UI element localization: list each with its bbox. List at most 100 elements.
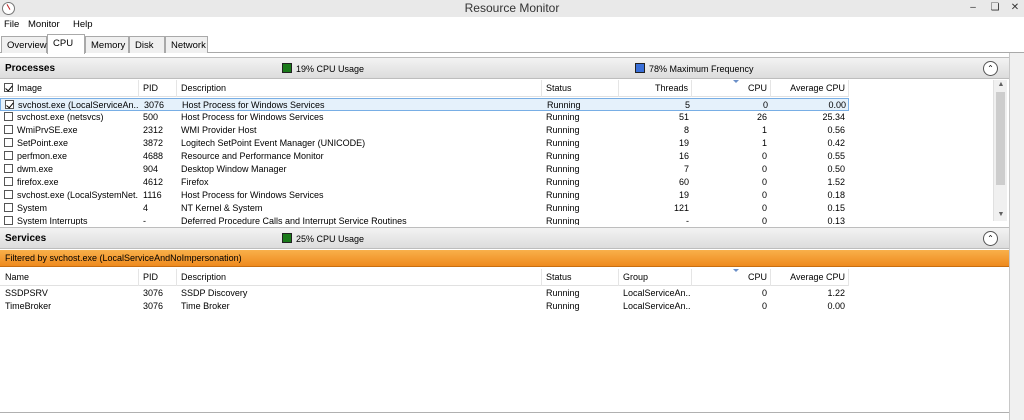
scroll-down-icon[interactable]: ▼ [994, 210, 1008, 220]
process-description: Host Process for Windows Services [181, 112, 324, 122]
process-row[interactable]: perfmon.exe 4688 Resource and Performance … [0, 150, 849, 163]
process-checkbox[interactable] [4, 138, 13, 147]
process-threads: 121 [673, 203, 689, 213]
process-threads: - [686, 216, 689, 225]
col-service-status[interactable]: Status [542, 269, 619, 286]
service-name: TimeBroker [5, 301, 52, 311]
process-status: Running [546, 164, 580, 174]
process-threads: 51 [678, 112, 689, 122]
process-pid: 500 [143, 112, 159, 122]
col-service-description[interactable]: Description [177, 269, 542, 286]
scroll-up-icon[interactable]: ▲ [994, 80, 1008, 90]
service-cpu: 0 [761, 301, 767, 311]
col-service-pid[interactable]: PID [139, 269, 177, 286]
col-service-cpu[interactable]: CPU [692, 269, 771, 286]
process-pid: 4 [143, 203, 149, 213]
process-checkbox[interactable] [4, 177, 13, 186]
services-filter-text: Filtered by svchost.exe (LocalServiceAnd… [5, 253, 242, 263]
process-average-cpu: 25.34 [822, 112, 845, 122]
close-button[interactable]: ✕ [1008, 2, 1022, 14]
col-group[interactable]: Group [619, 269, 692, 286]
process-image: svchost.exe (LocalServiceAn... [18, 100, 139, 110]
collapse-services-icon[interactable]: ⌃ [983, 231, 998, 246]
service-sort-descending-icon [733, 269, 739, 272]
process-threads: 8 [683, 125, 689, 135]
process-row[interactable]: System Interrupts - Deferred Procedure Cal… [0, 215, 849, 225]
process-threads: 5 [684, 100, 690, 110]
service-row[interactable]: TimeBroker 3076 Time Broker Running LocalSer… [0, 300, 849, 313]
process-threads: 19 [678, 138, 689, 148]
service-group: LocalServiceAn... [623, 301, 691, 311]
process-checkbox[interactable] [4, 151, 13, 160]
process-pid: 4612 [143, 177, 164, 187]
process-description: Desktop Window Manager [181, 164, 287, 174]
processes-scroll-thumb[interactable] [996, 92, 1005, 185]
process-status: Running [546, 151, 580, 161]
service-name: SSDPSRV [5, 288, 48, 298]
process-description: Resource and Performance Monitor [181, 151, 324, 161]
service-row[interactable]: SSDPSRV 3076 SSDP Discovery Running LocalSer… [0, 287, 849, 300]
process-image: WmiPrvSE.exe [17, 125, 78, 135]
process-cpu: 0 [761, 190, 767, 200]
process-checkbox[interactable] [4, 125, 13, 134]
process-row[interactable]: firefox.exe 4612 Firefox Running 60 0 1.52 [0, 176, 849, 189]
process-status: Running [546, 203, 580, 213]
process-description: Firefox [181, 177, 209, 187]
process-image: perfmon.exe [17, 151, 68, 161]
process-image: svchost.exe (LocalSystemNet... [17, 190, 138, 200]
col-service-average-cpu[interactable]: Average CPU [771, 269, 849, 286]
service-average-cpu: 1.22 [827, 288, 845, 298]
services-filter-bar[interactable]: Filtered by svchost.exe (LocalServiceAnd… [0, 250, 1009, 267]
process-row[interactable]: svchost.exe (LocalServiceAn... 3076 Host P… [0, 98, 849, 111]
process-row[interactable]: svchost.exe (netsvcs) 500 Host Process for… [0, 111, 849, 124]
process-row[interactable]: SetPoint.exe 3872 Logitech SetPoint Event … [0, 137, 849, 150]
process-average-cpu: 0.56 [827, 125, 845, 135]
process-pid: 3872 [143, 138, 164, 148]
process-status: Running [546, 190, 580, 200]
process-image: System Interrupts [17, 216, 88, 225]
service-status: Running [546, 288, 580, 298]
process-average-cpu: 0.13 [827, 216, 845, 225]
process-description: NT Kernel & System [181, 203, 263, 213]
services-cpu-usage: 25% CPU Usage [296, 234, 365, 244]
process-description: WMI Provider Host [181, 125, 257, 135]
process-average-cpu: 0.50 [827, 164, 845, 174]
process-status: Running [546, 177, 580, 187]
process-row[interactable]: dwm.exe 904 Desktop Window Manager Running 7… [0, 163, 849, 176]
process-cpu: 0 [761, 216, 767, 225]
service-cpu: 0 [761, 288, 767, 298]
process-average-cpu: 1.52 [827, 177, 845, 187]
process-cpu: 0 [761, 203, 767, 213]
process-status: Running [546, 138, 580, 148]
services-section-header[interactable]: Services 25% CPU Usage ⌃ [0, 227, 1009, 249]
process-row[interactable]: svchost.exe (LocalSystemNet... 1116 Host P… [0, 189, 849, 202]
process-status: Running [546, 216, 580, 225]
processes-scrollbar[interactable]: ▲ ▼ [993, 80, 1007, 221]
process-threads: 19 [678, 190, 689, 200]
process-pid: 2312 [143, 125, 164, 135]
process-checkbox[interactable] [4, 112, 13, 121]
process-threads: 7 [683, 164, 689, 174]
col-name[interactable]: Name [0, 269, 139, 286]
next-section-edge [0, 412, 1009, 420]
processes-rows: svchost.exe (LocalServiceAn... 3076 Host P… [0, 0, 993, 225]
process-checkbox[interactable] [4, 216, 13, 225]
process-image: System [17, 203, 48, 213]
service-average-cpu: 0.00 [827, 301, 845, 311]
process-row[interactable]: WmiPrvSE.exe 2312 WMI Provider Host Running… [0, 124, 849, 137]
process-pid: 904 [143, 164, 159, 174]
process-checkbox[interactable] [5, 100, 14, 109]
process-description: Logitech SetPoint Event Manager (UNICODE… [181, 138, 366, 148]
process-pid: 3076 [144, 100, 165, 110]
service-group: LocalServiceAn... [623, 288, 691, 298]
process-status: Running [547, 100, 581, 110]
process-cpu: 26 [756, 112, 767, 122]
process-checkbox[interactable] [4, 203, 13, 212]
process-average-cpu: 0.18 [827, 190, 845, 200]
process-row[interactable]: System 4 NT Kernel & System Running 121 0 0.15 [0, 202, 849, 215]
process-description: Host Process for Windows Services [181, 190, 324, 200]
process-cpu: 1 [761, 125, 767, 135]
process-checkbox[interactable] [4, 164, 13, 173]
process-checkbox[interactable] [4, 190, 13, 199]
process-status: Running [546, 112, 580, 122]
